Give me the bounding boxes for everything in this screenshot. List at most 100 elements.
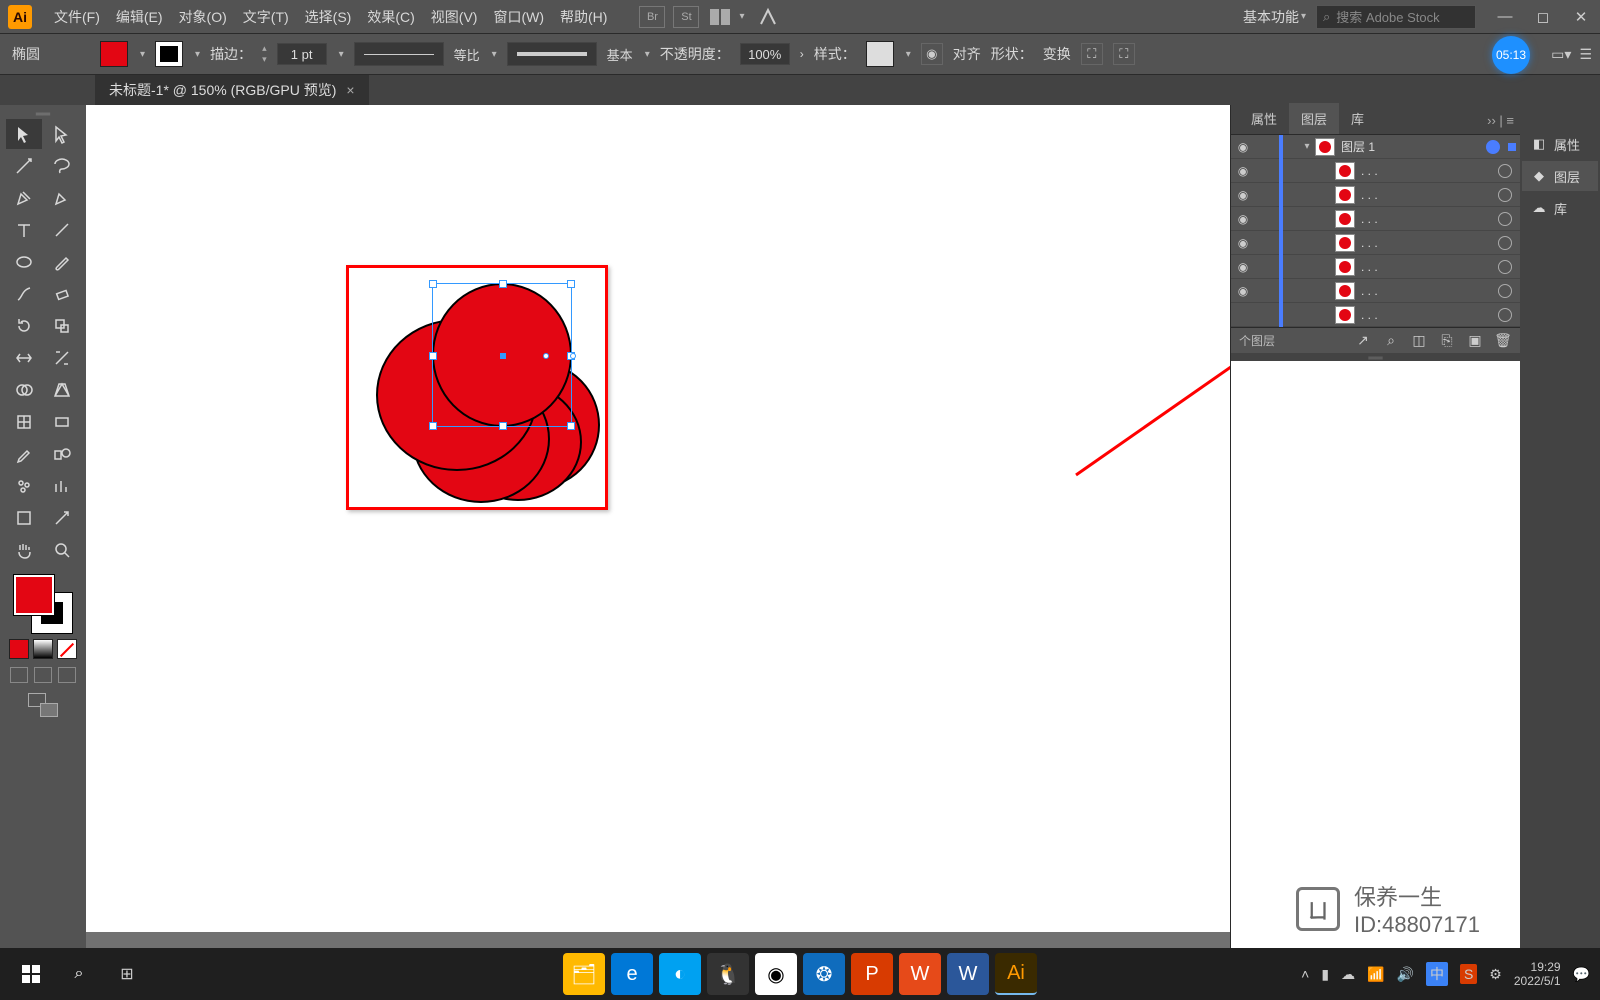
zoom-tool[interactable]: [44, 535, 80, 565]
direct-selection-tool[interactable]: [44, 119, 80, 149]
volume-icon[interactable]: 🔊: [1397, 966, 1414, 983]
edge-legacy-task-icon[interactable]: e: [611, 953, 653, 995]
opacity-input[interactable]: [740, 43, 790, 65]
strip-layers[interactable]: ◆图层: [1522, 161, 1598, 191]
ime-s-icon[interactable]: S: [1460, 964, 1477, 984]
brush-tool[interactable]: [44, 247, 80, 277]
tab-properties[interactable]: 属性: [1239, 103, 1289, 134]
line-tool[interactable]: [44, 215, 80, 245]
rotate-tool[interactable]: [6, 311, 42, 341]
align-label[interactable]: 对齐: [953, 44, 981, 64]
clip-mask-icon[interactable]: ◫: [1410, 332, 1428, 350]
artboard[interactable]: [86, 105, 1230, 932]
panel-collapse-icon[interactable]: ›› | ≡: [1481, 107, 1520, 134]
ppt-task-icon[interactable]: P: [851, 953, 893, 995]
notifications-icon[interactable]: 💬: [1573, 966, 1590, 983]
layer-row-child[interactable]: ◉. . .: [1231, 159, 1520, 183]
ime-indicator[interactable]: 中: [1426, 962, 1448, 986]
style-swatch[interactable]: [866, 41, 894, 67]
menu-edit[interactable]: 编辑(E): [108, 7, 171, 27]
screen-modes[interactable]: [10, 667, 76, 683]
mesh-tool[interactable]: [6, 407, 42, 437]
settings-tray-icon[interactable]: ⚙: [1489, 966, 1502, 983]
bridge-icon[interactable]: Br: [639, 6, 665, 28]
tab-close-icon[interactable]: ×: [346, 82, 354, 98]
width-tool[interactable]: [6, 343, 42, 373]
ellipse-tool[interactable]: [6, 247, 42, 277]
hand-tool[interactable]: [6, 535, 42, 565]
menu-help[interactable]: 帮助(H): [552, 7, 615, 27]
edge-task-icon[interactable]: ❂: [803, 953, 845, 995]
shaper-tool[interactable]: [6, 279, 42, 309]
new-layer-icon[interactable]: ▣: [1466, 332, 1484, 350]
gradient-mode[interactable]: [33, 639, 53, 659]
arrange-docs-icon[interactable]: [709, 8, 731, 26]
layer-row-child[interactable]: ◉. . .: [1231, 255, 1520, 279]
clock[interactable]: 19:29 2022/5/1: [1514, 960, 1561, 989]
stroke-profile[interactable]: [354, 42, 444, 66]
blend-tool[interactable]: [44, 439, 80, 469]
shape-builder-tool[interactable]: [6, 375, 42, 405]
stock-search[interactable]: ⌕ 搜索 Adobe Stock: [1316, 5, 1476, 29]
locate-icon[interactable]: ↗: [1354, 332, 1372, 350]
qq-task-icon[interactable]: 🐧: [707, 953, 749, 995]
panel-grip[interactable]: ══: [1231, 353, 1520, 361]
workspace-dropdown[interactable]: 基本功能▾: [1243, 7, 1306, 27]
selection-bounds[interactable]: [432, 283, 572, 427]
list-icon[interactable]: ☰: [1579, 46, 1592, 63]
layer-row-child[interactable]: ◉. . .: [1231, 279, 1520, 303]
strip-libraries[interactable]: ☁库: [1522, 193, 1598, 223]
isolate-icon[interactable]: ⛶: [1081, 43, 1103, 65]
slice-tool[interactable]: [44, 503, 80, 533]
start-button[interactable]: [8, 948, 54, 1000]
layer-list[interactable]: ◉ ▾ 图层 1 ◉. . . ◉. . . ◉. . . ◉. . . ◉. …: [1231, 135, 1520, 327]
canvas[interactable]: [86, 105, 1230, 948]
wifi-icon[interactable]: 📶: [1367, 966, 1384, 983]
close-button[interactable]: ✕: [1562, 0, 1600, 33]
tab-libraries[interactable]: 库: [1339, 103, 1376, 134]
scale-tool[interactable]: [44, 311, 80, 341]
chevron-down-icon[interactable]: ▾: [739, 11, 744, 22]
onedrive-icon[interactable]: ☁: [1341, 966, 1355, 983]
fill-stroke-control[interactable]: [14, 575, 72, 633]
type-tool[interactable]: [6, 215, 42, 245]
wps-task-icon[interactable]: W: [899, 953, 941, 995]
change-screen-icon[interactable]: [28, 693, 58, 717]
eyedropper-tool[interactable]: [6, 439, 42, 469]
graph-tool[interactable]: [44, 471, 80, 501]
shape-label[interactable]: 形状：: [991, 44, 1033, 64]
perspective-tool[interactable]: [44, 375, 80, 405]
gradient-tool[interactable]: [44, 407, 80, 437]
color-mode[interactable]: [9, 639, 29, 659]
visibility-toggle[interactable]: ◉: [1231, 140, 1255, 154]
menu-effect[interactable]: 效果(C): [359, 7, 422, 27]
new-sublayer-icon[interactable]: ⎘: [1438, 332, 1456, 350]
free-transform-tool[interactable]: [44, 343, 80, 373]
menu-window[interactable]: 窗口(W): [485, 7, 552, 27]
selection-tool[interactable]: [6, 119, 42, 149]
taskview-icon[interactable]: ⊞: [104, 948, 150, 1000]
layer-row-child[interactable]: ◉. . .: [1231, 231, 1520, 255]
layer-row-child[interactable]: ◉. . .: [1231, 207, 1520, 231]
word-task-icon[interactable]: W: [947, 953, 989, 995]
artboard-tool[interactable]: [6, 503, 42, 533]
search-layer-icon[interactable]: ⌕: [1382, 332, 1400, 350]
pen-tool[interactable]: [6, 183, 42, 213]
menu-view[interactable]: 视图(V): [423, 7, 486, 27]
magic-wand-tool[interactable]: [6, 151, 42, 181]
target-icon[interactable]: [1486, 140, 1500, 154]
menu-select[interactable]: 选择(S): [297, 7, 360, 27]
menu-file[interactable]: 文件(F): [46, 7, 108, 27]
menu-object[interactable]: 对象(O): [171, 7, 235, 27]
isolate2-icon[interactable]: ⛶: [1113, 43, 1135, 65]
maximize-button[interactable]: ◻: [1524, 0, 1562, 33]
browser-task-icon[interactable]: ◐: [659, 953, 701, 995]
tray-chevron-icon[interactable]: ˄: [1301, 966, 1309, 982]
illustrator-task-icon[interactable]: Ai: [995, 953, 1037, 995]
layer-row-child[interactable]: ◉. . .: [1231, 183, 1520, 207]
document-tab[interactable]: 未标题-1* @ 150% (RGB/GPU 预览) ×: [95, 75, 369, 105]
chrome-task-icon[interactable]: ◉: [755, 953, 797, 995]
transform-label[interactable]: 变换: [1043, 44, 1071, 64]
layer-row-parent[interactable]: ◉ ▾ 图层 1: [1231, 135, 1520, 159]
stroke-width-input[interactable]: [277, 43, 327, 65]
